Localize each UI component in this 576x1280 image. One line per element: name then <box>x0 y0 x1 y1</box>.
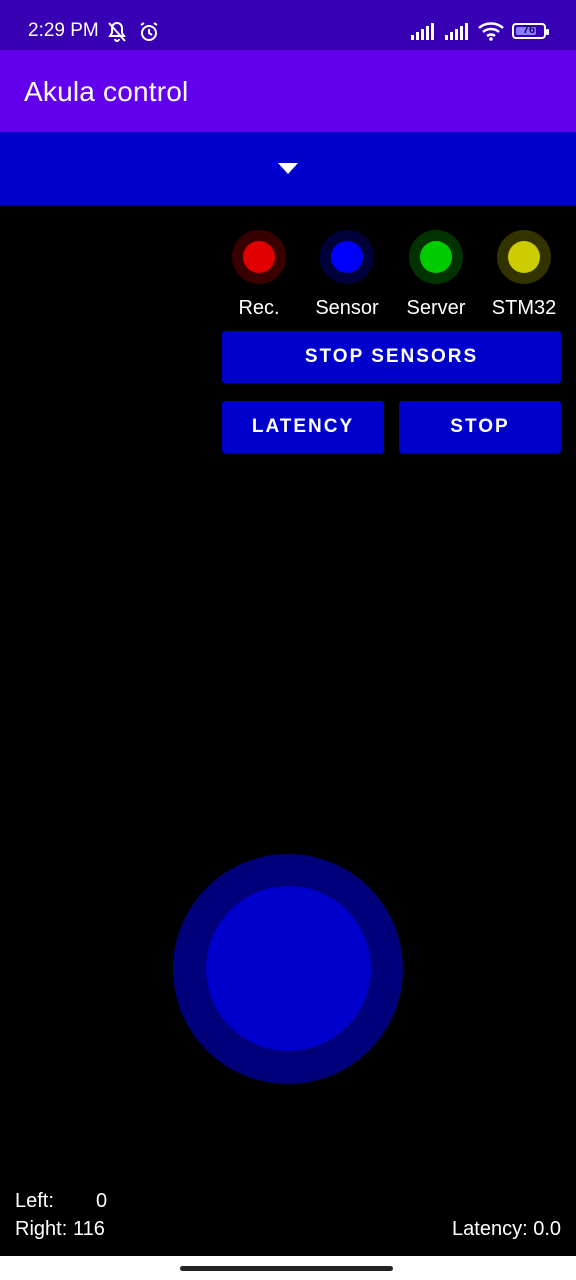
stm32-indicator <box>497 230 551 284</box>
left-value: 0 <box>96 1190 108 1212</box>
stop-button[interactable]: STOP <box>399 401 561 453</box>
status-time: 2:29 PM <box>28 20 99 41</box>
home-gesture-handle[interactable] <box>180 1266 393 1271</box>
sensor-indicator <box>320 230 374 284</box>
latency-readout: Latency: 0.0 <box>452 1218 561 1240</box>
status-left-icons <box>105 20 161 44</box>
dropdown-panel-toggle[interactable] <box>0 132 576 205</box>
latency-button[interactable]: LATENCY <box>222 401 384 453</box>
right-value: 116 <box>73 1218 105 1240</box>
server-label: Server <box>406 297 466 319</box>
battery-icon: 76 <box>512 23 549 39</box>
rec-indicator-dot <box>243 241 275 273</box>
app-bar: Akula control <box>0 50 576 132</box>
stm32-label: STM32 <box>491 297 557 319</box>
rec-indicator <box>232 230 286 284</box>
rec-label: Rec. <box>238 297 280 319</box>
navigation-bar <box>0 1256 576 1280</box>
server-indicator-dot <box>420 241 452 273</box>
status-right-icons: 76 <box>410 21 549 41</box>
sensor-indicator-dot <box>331 241 363 273</box>
left-label: Left: <box>15 1190 54 1212</box>
joystick-knob[interactable] <box>206 886 371 1051</box>
status-bar: 2:29 PM 76 <box>0 0 576 50</box>
dropdown-arrow-icon[interactable] <box>277 162 299 176</box>
wifi-icon <box>478 22 504 41</box>
battery-level: 76 <box>522 24 536 36</box>
signal-icon <box>411 23 434 40</box>
stm32-indicator-dot <box>508 241 540 273</box>
mute-icon <box>108 21 126 42</box>
right-label: Right: <box>15 1218 68 1240</box>
signal-icon <box>445 23 468 40</box>
server-indicator <box>409 230 463 284</box>
sensor-label: Sensor <box>315 297 379 319</box>
alarm-icon <box>140 22 158 41</box>
stop-sensors-button[interactable]: STOP SENSORS <box>222 331 561 383</box>
app-title: Akula control <box>24 76 189 107</box>
